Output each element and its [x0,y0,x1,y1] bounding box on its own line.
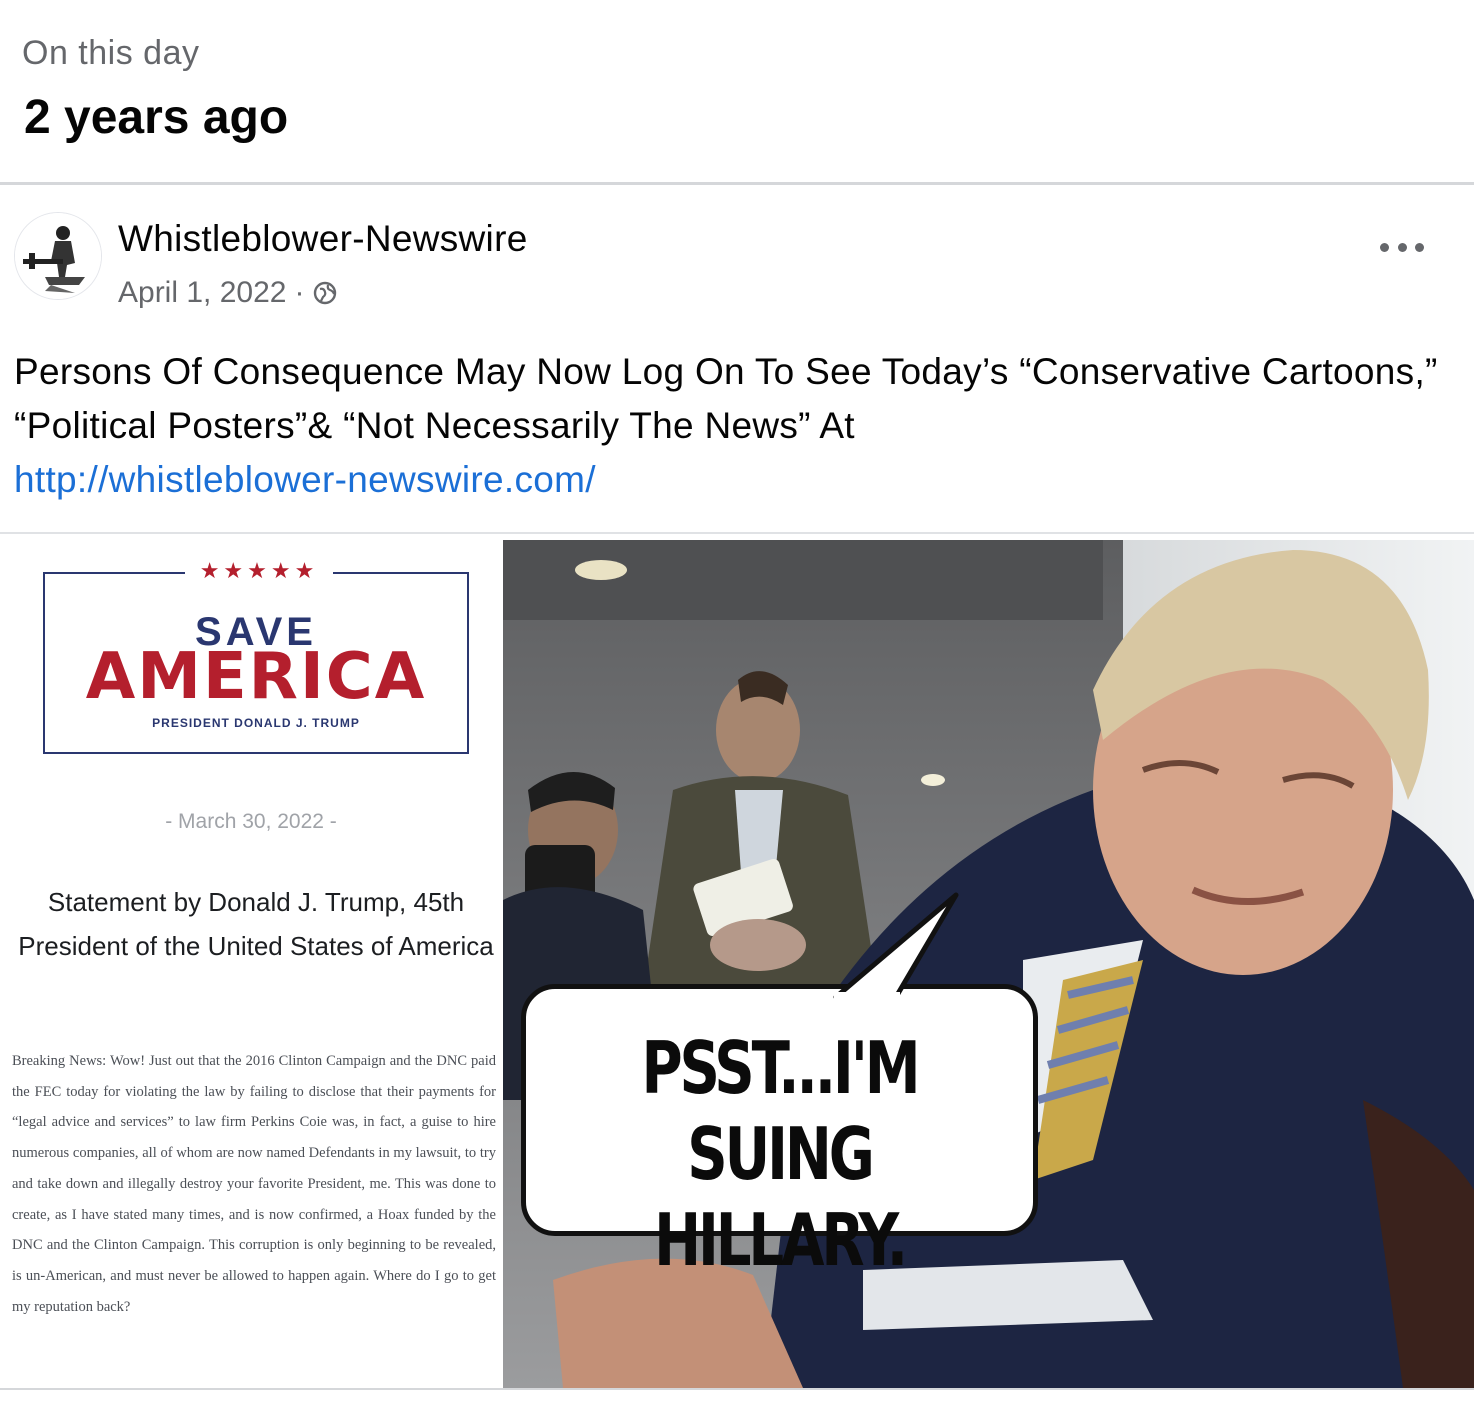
divider [0,182,1474,185]
bubble-line-1: PSST...I'M [641,1026,920,1110]
statement-title: Statement by Donald J. Trump, 45th Presi… [18,887,494,961]
post-header: Whistleblower-Newswire April 1, 2022 · [0,190,1474,310]
memory-when: 2 years ago [24,91,289,144]
statement-date: - March 30, 2022 - [165,810,337,833]
bubble-line-2: SUING HILLARY. [654,1112,908,1282]
statement-body: Breaking News: Wow! Just out that the 20… [12,1053,496,1315]
meta-separator: · [294,276,305,309]
post-text: Persons Of Consequence May Now Log On To… [14,345,1454,507]
memory-label: On this day [22,34,200,72]
avatar-image [15,213,101,299]
statement-image[interactable]: ★★★★★ SAVE AMERICA PRESIDENT DONALD J. T… [0,540,502,1388]
divider [0,1388,1474,1390]
post-meta: April 1, 2022 · [118,276,338,310]
post-date[interactable]: April 1, 2022 [118,276,286,310]
post-link[interactable]: http://whistleblower-newswire.com/ [14,453,1454,507]
cartoon-photo[interactable]: PSST...I'M SUING HILLARY. [503,540,1474,1388]
post-body: Persons Of Consequence May Now Log On To… [14,351,1438,446]
page-name-link[interactable]: Whistleblower-Newswire [118,218,528,260]
bubble-tail [833,892,959,999]
divider [0,532,1474,534]
save-america-logo: ★★★★★ SAVE AMERICA PRESIDENT DONALD J. T… [43,558,469,754]
logo-president: PRESIDENT DONALD J. TRUMP [152,716,360,730]
globe-icon [312,280,338,306]
logo-america: AMERICA [85,640,427,714]
page-avatar[interactable] [14,212,102,300]
more-options-icon[interactable] [1380,232,1424,262]
stars-icon: ★★★★★ [185,558,333,584]
dot [1397,242,1407,252]
bubble-text: PSST...I'M SUING HILLARY. [582,1025,977,1283]
speech-bubble: PSST...I'M SUING HILLARY. [521,892,1038,1282]
dot [1415,242,1424,252]
memory-header: On this day 2 years ago [0,0,1474,182]
dot [1380,242,1389,252]
